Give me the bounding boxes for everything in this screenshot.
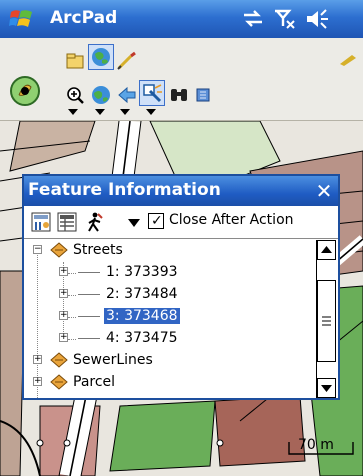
line-feature-icon bbox=[78, 272, 100, 273]
layer-diamond-icon bbox=[50, 242, 68, 258]
expand-icon[interactable]: + bbox=[59, 333, 68, 342]
back-icon bbox=[118, 86, 136, 104]
connectivity-icon[interactable] bbox=[240, 7, 266, 31]
dialog-title: Feature Information bbox=[28, 180, 221, 200]
checkmark-icon: ✓ bbox=[151, 213, 163, 229]
tree-node-label: 4: 373475 bbox=[106, 330, 178, 346]
full-extent-button[interactable] bbox=[88, 82, 114, 108]
layer-diamond-icon bbox=[50, 374, 68, 390]
open-map-button[interactable] bbox=[62, 48, 88, 74]
scale-bar-label: 70 m bbox=[298, 437, 334, 453]
tree-connector bbox=[68, 273, 76, 274]
start-menu-icon[interactable] bbox=[8, 6, 36, 32]
zoom-dropdown-arrow[interactable] bbox=[68, 109, 78, 115]
close-after-action-label: Close After Action bbox=[169, 212, 294, 228]
tree-node-label: SewerLines bbox=[73, 352, 153, 368]
tree-connector bbox=[68, 339, 76, 340]
edit-button[interactable] bbox=[114, 48, 140, 74]
tree-node-sewerlines[interactable]: + SewerLines bbox=[28, 350, 314, 372]
identify-button[interactable] bbox=[139, 80, 165, 106]
back-button[interactable] bbox=[114, 82, 140, 108]
expand-icon[interactable]: + bbox=[33, 355, 42, 364]
tree-connector bbox=[68, 317, 76, 318]
chevron-up-icon bbox=[321, 246, 332, 253]
tree-node-label: 2: 373484 bbox=[106, 286, 178, 302]
layer-diamond-icon bbox=[50, 352, 68, 368]
tree-node-label: Streets bbox=[73, 242, 123, 258]
open-map-icon bbox=[66, 53, 84, 69]
actions-dropdown-arrow[interactable] bbox=[128, 219, 140, 227]
app-title: ArcPad bbox=[50, 8, 118, 28]
gps-button[interactable] bbox=[8, 74, 42, 108]
tree-node-feature[interactable]: + 1: 373393 bbox=[28, 262, 314, 284]
tree-node-label: 1: 373393 bbox=[106, 264, 178, 280]
expand-icon[interactable]: + bbox=[33, 377, 42, 386]
chevron-down-icon bbox=[321, 385, 332, 392]
title-bar: ArcPad bbox=[0, 0, 363, 38]
tree-node-label: 3: 373468 bbox=[104, 308, 180, 324]
line-feature-icon bbox=[78, 294, 100, 295]
find-icon bbox=[171, 89, 187, 101]
scroll-up-button[interactable] bbox=[317, 240, 336, 260]
feature-tree[interactable]: − Streets + 1: 373393 + 2: 373484 + 3: 3… bbox=[28, 240, 314, 398]
layers-button[interactable] bbox=[88, 44, 114, 70]
layers-icon bbox=[92, 48, 110, 66]
tree-scrollbar[interactable] bbox=[316, 240, 336, 398]
go-to-icon[interactable] bbox=[84, 211, 106, 233]
identify-dropdown-arrow[interactable] bbox=[146, 109, 156, 115]
expand-icon[interactable]: + bbox=[59, 311, 68, 320]
gps-icon bbox=[10, 76, 40, 106]
scroll-icon bbox=[196, 88, 210, 102]
scroll-down-button[interactable] bbox=[317, 378, 336, 398]
pencil-tool-icon[interactable] bbox=[338, 52, 360, 66]
feature-information-dialog: Feature Information ✕ ✓ Close After Acti… bbox=[22, 174, 340, 400]
tree-connector bbox=[68, 295, 76, 296]
line-feature-icon bbox=[78, 338, 100, 339]
grip-icon bbox=[322, 316, 331, 326]
close-button[interactable]: ✕ bbox=[312, 179, 336, 203]
speaker-icon[interactable] bbox=[304, 7, 330, 31]
zoom-in-button[interactable] bbox=[62, 82, 88, 108]
find-button[interactable] bbox=[166, 82, 192, 108]
back-dropdown-arrow[interactable] bbox=[120, 109, 130, 115]
attribute-table-icon[interactable] bbox=[56, 211, 78, 233]
tree-node-feature[interactable]: + 4: 373475 bbox=[28, 328, 314, 350]
tree-node-label: Parcel bbox=[73, 374, 116, 390]
tree-node-feature[interactable]: + 2: 373484 bbox=[28, 284, 314, 306]
feature-info-icon[interactable] bbox=[30, 211, 52, 233]
collapse-icon[interactable]: − bbox=[33, 245, 42, 254]
identify-icon bbox=[143, 84, 162, 103]
scroll-thumb[interactable] bbox=[317, 280, 336, 362]
close-after-action-checkbox[interactable]: ✓ bbox=[148, 213, 164, 229]
line-feature-icon bbox=[78, 316, 100, 317]
dialog-toolbar: ✓ Close After Action bbox=[24, 206, 338, 239]
zoom-in-icon bbox=[67, 87, 84, 104]
tree-node-feature-selected[interactable]: + 3: 373468 bbox=[28, 306, 314, 328]
main-toolbar bbox=[0, 38, 363, 150]
expand-icon[interactable]: + bbox=[59, 289, 68, 298]
dialog-title-bar[interactable]: Feature Information ✕ bbox=[24, 176, 338, 206]
scroll-tool-button[interactable] bbox=[190, 82, 216, 108]
expand-icon[interactable]: + bbox=[59, 267, 68, 276]
signal-off-icon[interactable] bbox=[272, 7, 298, 31]
globe-icon bbox=[92, 86, 110, 104]
globe-dropdown-arrow[interactable] bbox=[95, 109, 105, 115]
tree-node-parcel[interactable]: + Parcel bbox=[28, 372, 314, 394]
edit-icon bbox=[117, 51, 136, 70]
tree-node-streets[interactable]: − Streets bbox=[28, 240, 314, 262]
